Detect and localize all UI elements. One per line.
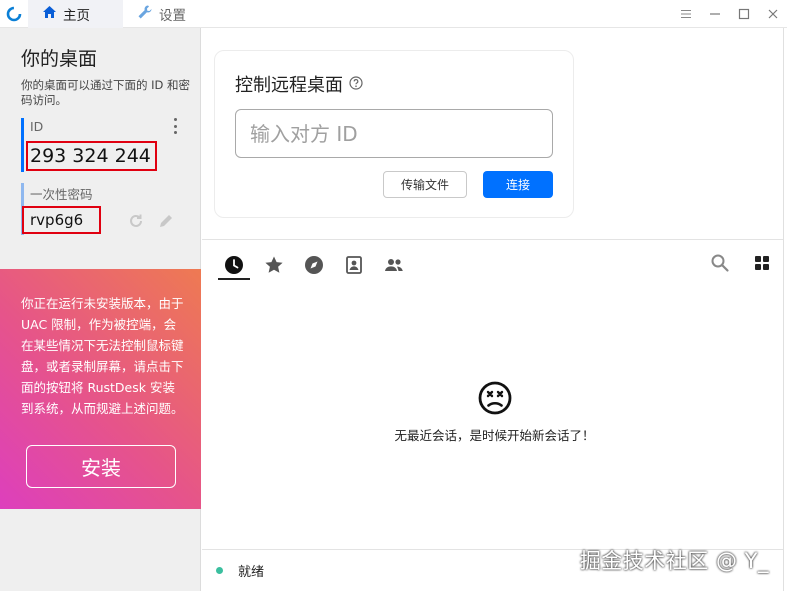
password-value[interactable]: rvp6g6	[22, 206, 101, 234]
id-value[interactable]: 293 324 244	[26, 141, 157, 171]
search-icon[interactable]	[709, 252, 731, 274]
help-icon[interactable]	[349, 74, 363, 95]
grid-view-icon[interactable]	[751, 252, 773, 274]
more-options-icon[interactable]	[168, 118, 182, 134]
transfer-file-button[interactable]: 传输文件	[383, 171, 467, 198]
window-controls	[671, 0, 787, 28]
group-icon[interactable]	[378, 250, 410, 280]
peer-tools	[709, 252, 773, 274]
password-label: 一次性密码	[30, 187, 93, 202]
menu-icon[interactable]	[671, 0, 700, 28]
section-divider	[202, 239, 787, 240]
tab-settings-label: 设置	[159, 7, 186, 24]
minimize-icon[interactable]	[700, 0, 729, 28]
title-bar: 主页 设置	[0, 0, 787, 28]
id-accent-bar	[21, 118, 24, 172]
control-remote-title-text: 控制远程桌面	[235, 75, 343, 96]
your-desktop-title: 你的桌面	[21, 48, 98, 70]
watermark: 掘金技术社区 @ Y_	[579, 549, 769, 573]
window-edge	[783, 28, 787, 591]
left-panel: 你的桌面 你的桌面可以通过下面的 ID 和密码访问。 ID 293 324 24…	[0, 28, 201, 591]
favorites-icon[interactable]	[258, 250, 290, 280]
install-card: 你正在运行未安装版本，由于 UAC 限制，作为被控端，会在某些情况下无法控制鼠标…	[0, 269, 201, 509]
maximize-icon[interactable]	[729, 0, 758, 28]
install-button[interactable]: 安装	[26, 445, 176, 488]
close-icon[interactable]	[758, 0, 787, 28]
rustdesk-logo-icon	[0, 0, 28, 28]
remote-id-input[interactable]	[235, 109, 553, 158]
tab-settings[interactable]: 设置	[123, 0, 218, 28]
wrench-icon	[137, 4, 153, 24]
install-warning-text: 你正在运行未安装版本，由于 UAC 限制，作为被控端，会在某些情况下无法控制鼠标…	[21, 296, 184, 416]
sad-face-icon	[202, 380, 787, 416]
discovered-icon[interactable]	[298, 250, 330, 280]
right-panel: 控制远程桌面 传输文件 连接	[202, 28, 787, 591]
control-remote-card: 控制远程桌面 传输文件 连接	[214, 50, 574, 218]
tab-home-label: 主页	[63, 7, 90, 24]
tab-home[interactable]: 主页	[28, 0, 123, 28]
peer-tabs	[218, 250, 410, 280]
your-desktop-description: 你的桌面可以通过下面的 ID 和密码访问。	[21, 78, 191, 107]
empty-message: 无最近会话，是时候开始新会话了！	[394, 428, 595, 443]
id-label: ID	[30, 119, 44, 134]
address-book-icon[interactable]	[338, 250, 370, 280]
home-icon	[42, 5, 57, 23]
connect-button[interactable]: 连接	[483, 171, 553, 198]
status-dot-icon	[216, 567, 223, 574]
edit-password-icon[interactable]	[157, 212, 175, 230]
empty-state: 无最近会话，是时候开始新会话了！	[202, 380, 787, 444]
control-remote-title: 控制远程桌面	[235, 71, 363, 97]
refresh-password-icon[interactable]	[127, 212, 145, 230]
status-text: 就绪	[238, 565, 265, 580]
recent-icon[interactable]	[218, 250, 250, 280]
